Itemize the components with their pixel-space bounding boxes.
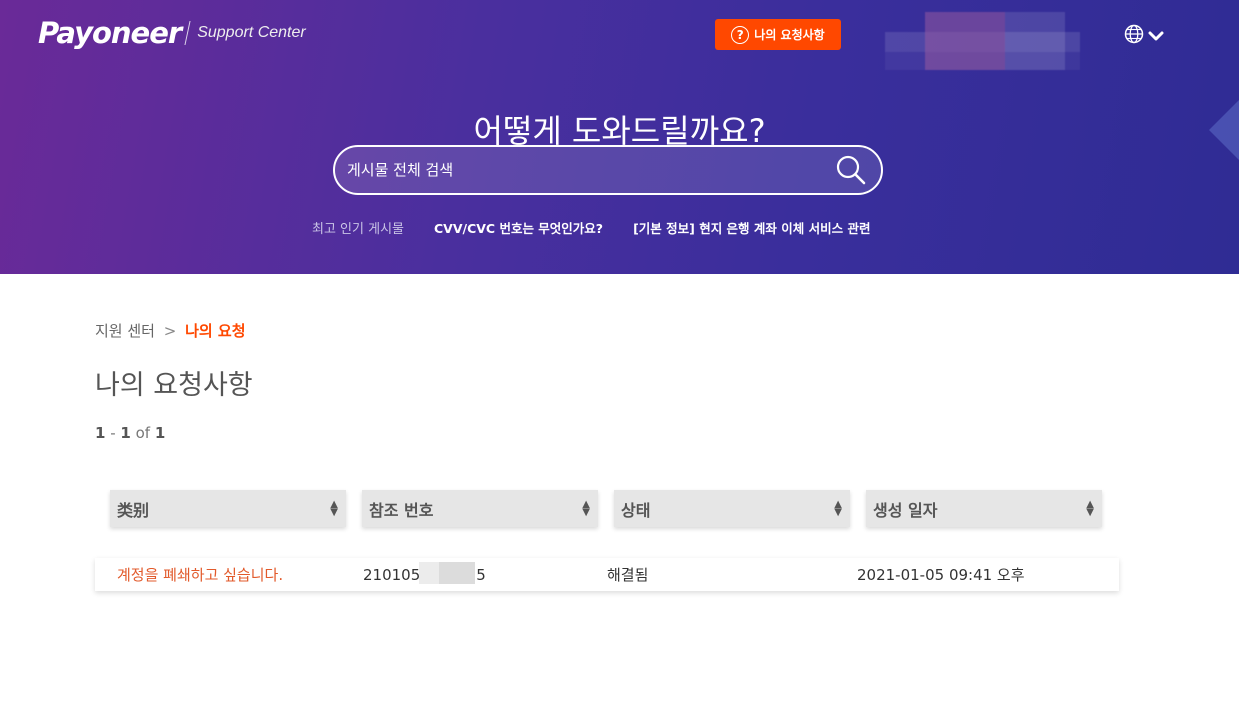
my-requests-button[interactable]: ? 나의 요청사항 [715, 19, 841, 50]
chevron-down-icon [1148, 27, 1164, 46]
search-bar [333, 145, 883, 195]
logo-wordmark: Payoneer [38, 16, 182, 50]
breadcrumb-separator: > [163, 322, 177, 340]
pagination-info: 1 - 1 of 1 [95, 424, 166, 442]
pager-of: of [135, 424, 151, 442]
cell-created: 2021-01-05 09:41 오후 [857, 566, 1025, 584]
column-header-category[interactable]: 类别 ▲ ▼ [110, 490, 346, 527]
table-row: 계정을 폐쇄하고 싶습니다. 210105 5 해결됨 2021-01-05 09… [95, 558, 1119, 591]
cell-reference: 210105 5 [347, 561, 599, 584]
column-header-label: 참조 번호 [369, 500, 434, 520]
popular-article-link[interactable]: [기본 정보] 현지 은행 계좌 이체 서비스 관련 [633, 218, 870, 237]
reference-number: 210105 5 [363, 561, 486, 584]
column-header-label: 상태 [621, 500, 651, 520]
logo[interactable]: Payoneer Support Center [38, 16, 306, 50]
cell-status: 해결됨 [607, 566, 649, 584]
user-account-redacted[interactable] [885, 12, 1080, 70]
column-header-status[interactable]: 상태 ▲ ▼ [614, 490, 850, 527]
search-input[interactable] [335, 160, 831, 180]
request-subject-link[interactable]: 계정을 폐쇄하고 싶습니다. [117, 566, 283, 584]
sort-icon: ▲ ▼ [330, 498, 338, 518]
logo-divider [184, 21, 191, 45]
my-requests-label: 나의 요청사항 [754, 28, 825, 42]
breadcrumb-root[interactable]: 지원 센터 [95, 322, 155, 340]
popular-articles-label: 최고 인기 게시물 [312, 222, 404, 237]
sort-icon: ▲ ▼ [582, 498, 590, 518]
search-icon[interactable] [831, 150, 871, 190]
hero-banner: Payoneer Support Center ? 나의 요청사항 어떻게 도와… [0, 0, 1239, 274]
popular-article-link[interactable]: CVV/CVC 번호는 무엇인가요? [434, 218, 603, 237]
sort-icon: ▲ ▼ [834, 498, 842, 518]
pager-start: 1 [95, 424, 106, 442]
redaction-block [419, 561, 475, 584]
main-content: 지원 센터 > 나의 요청 나의 요청사항 1 - 1 of 1 类别 ▲ ▼ 참… [95, 320, 1125, 591]
pager-end: 1 [120, 424, 131, 442]
logo-subtitle: Support Center [197, 24, 306, 41]
table-header: 类别 ▲ ▼ 참조 번호 ▲ ▼ 상태 ▲ ▼ 생성 일자 ▲ ▼ [110, 490, 1102, 527]
reference-suffix: 5 [476, 565, 486, 584]
reference-prefix: 210105 [363, 565, 421, 584]
sort-icon: ▲ ▼ [1086, 498, 1094, 518]
question-icon: ? [731, 25, 750, 44]
page-title: 나의 요청사항 [95, 370, 253, 401]
breadcrumb-current: 나의 요청 [185, 322, 246, 340]
cell-subject: 계정을 폐쇄하고 싶습니다. [95, 564, 347, 585]
globe-icon [1124, 24, 1144, 48]
column-header-label: 类别 [117, 500, 150, 520]
column-header-reference[interactable]: 참조 번호 ▲ ▼ [362, 490, 598, 527]
popular-articles: 최고 인기 게시물 CVV/CVC 번호는 무엇인가요? [기본 정보] 현지 … [312, 218, 900, 237]
breadcrumb: 지원 센터 > 나의 요청 [95, 320, 1125, 341]
column-header-label: 생성 일자 [873, 500, 938, 520]
language-selector[interactable] [1124, 24, 1164, 48]
column-header-created[interactable]: 생성 일자 ▲ ▼ [866, 490, 1102, 527]
pager-total: 1 [154, 424, 166, 442]
